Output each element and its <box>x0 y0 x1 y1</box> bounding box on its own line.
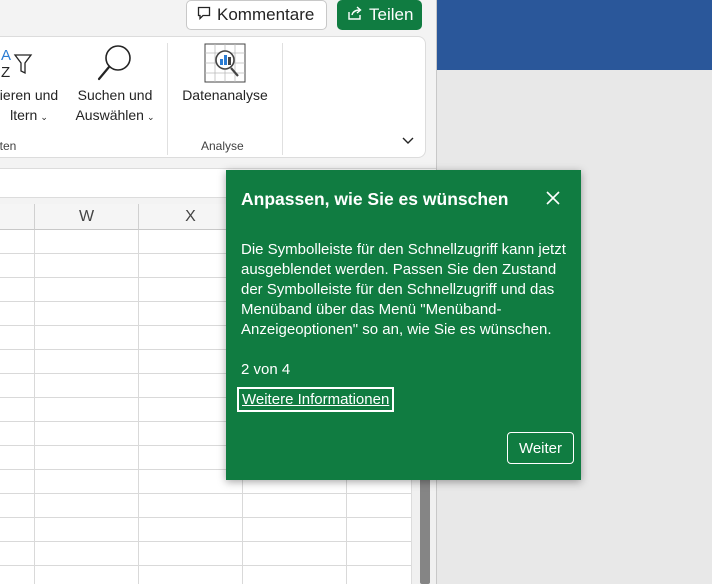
ribbon-separator <box>282 43 283 155</box>
scrollbar-thumb[interactable] <box>420 474 430 584</box>
share-icon <box>347 5 369 26</box>
background-window-titlebar <box>437 0 712 70</box>
sort-filter-label-line1: ieren und <box>0 87 59 103</box>
find-select-label-line2: Auswählen ⌄ <box>69 105 161 127</box>
ribbon-separator <box>167 43 168 155</box>
data-analysis-button[interactable]: Datenanalyse <box>173 37 277 117</box>
find-select-label-line2-text: Auswählen <box>75 107 144 123</box>
search-icon <box>95 43 135 88</box>
callout-body: Die Symbolleiste für den Schnellzugriff … <box>241 241 566 338</box>
share-button[interactable]: Teilen <box>337 0 422 30</box>
callout-title: Anpassen, wie Sie es wünschen <box>241 189 509 209</box>
sort-filter-label-line2: ltern ⌄ <box>0 105 69 127</box>
find-select-label: Suchen und Auswählen ⌄ <box>69 85 161 127</box>
analysis-group-label: Analyse <box>201 139 244 153</box>
share-button-label: Teilen <box>369 5 414 24</box>
column-header-w[interactable]: W <box>35 204 139 230</box>
find-select-label-line1: Suchen und <box>77 87 153 103</box>
data-analysis-label: Datenanalyse <box>182 87 268 103</box>
comment-icon <box>197 5 217 25</box>
comments-button-label: Kommentare <box>217 5 315 24</box>
sort-filter-label: ieren und ltern ⌄ <box>0 85 69 127</box>
sort-filter-button[interactable]: A Z ieren und ltern ⌄ <box>0 37 69 137</box>
chevron-down-icon <box>402 132 414 150</box>
callout-close-button[interactable] <box>539 189 567 211</box>
find-select-button[interactable]: Suchen und Auswählen ⌄ <box>69 37 161 137</box>
chevron-down-icon: ⌄ <box>40 112 48 122</box>
learn-more-link[interactable]: Weitere Informationen <box>237 387 395 412</box>
chevron-down-icon: ⌄ <box>146 112 155 122</box>
teaching-callout: Anpassen, wie Sie es wünschen Die Symbol… <box>226 170 581 480</box>
close-icon <box>546 190 560 210</box>
column-header-corner <box>0 204 35 230</box>
comments-button[interactable]: Kommentare <box>186 0 327 30</box>
ribbon: A Z ieren und ltern ⌄ Suchen und Auswähle… <box>0 36 426 158</box>
sort-filter-label-line2-text: ltern <box>10 107 38 123</box>
editing-group-label: iten <box>0 139 17 153</box>
svg-text:A: A <box>1 47 11 64</box>
callout-step-counter: 2 von 4 <box>241 361 291 378</box>
sort-filter-icon: A Z <box>0 45 33 84</box>
svg-text:Z: Z <box>1 64 10 79</box>
data-analysis-icon <box>204 43 246 88</box>
ribbon-collapse-button[interactable] <box>399 133 417 149</box>
next-button[interactable]: Weiter <box>507 432 574 464</box>
